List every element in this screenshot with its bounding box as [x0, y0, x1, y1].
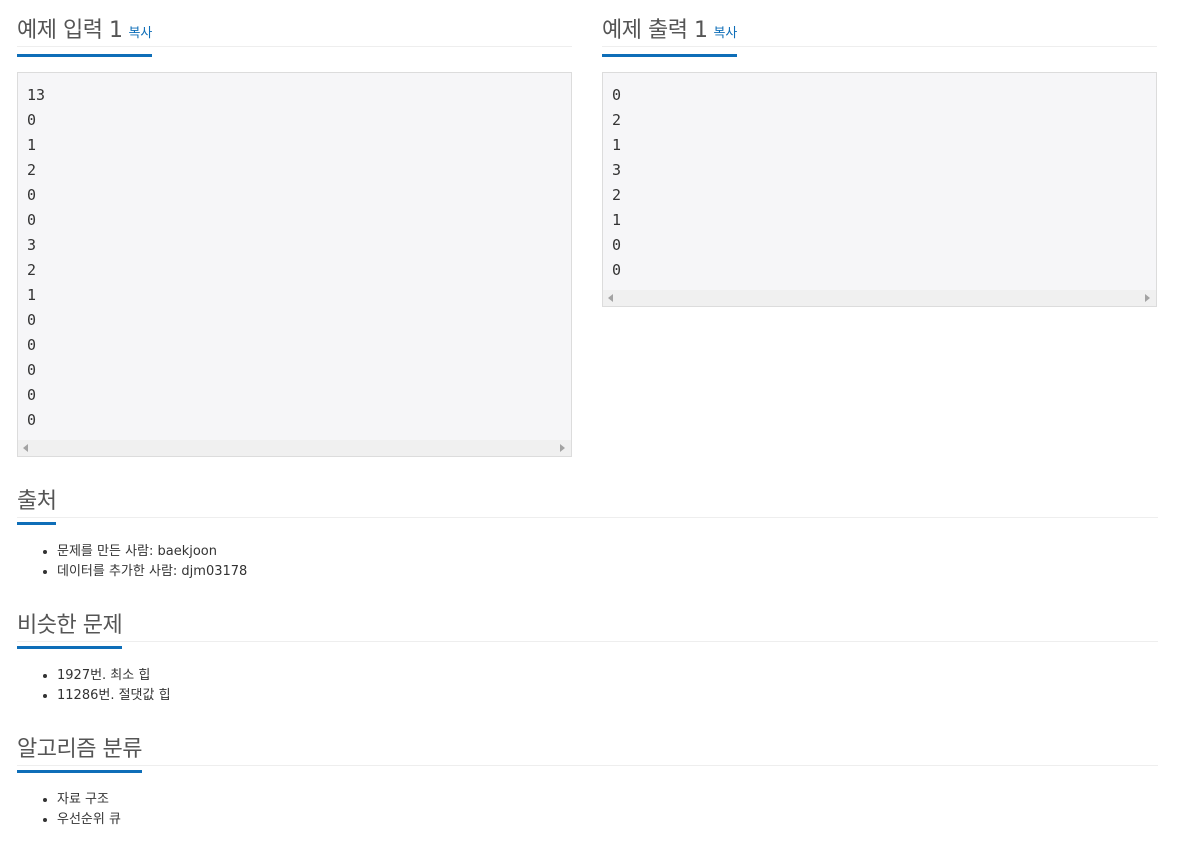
similar-headline: 비슷한 문제: [17, 605, 1158, 649]
source-title: 출처: [17, 488, 57, 525]
sample-output-scrollbar[interactable]: [603, 290, 1156, 306]
similar-section: 비슷한 문제: [17, 605, 1158, 649]
source-list: 문제를 만든 사람: baekjoon 데이터를 추가한 사람: djm0317…: [17, 542, 247, 582]
algorithm-tag-link[interactable]: 자료 구조: [57, 790, 121, 810]
sample-output-headline: 예제 출력 1 복사: [602, 10, 1157, 57]
scroll-right-arrow-icon[interactable]: [1145, 294, 1150, 302]
sample-input-section: 예제 입력 1 복사: [17, 10, 572, 57]
list-item: 데이터를 추가한 사람: djm03178: [57, 562, 247, 582]
similar-title: 비슷한 문제: [17, 612, 123, 649]
algorithm-list: 자료 구조 우선순위 큐: [17, 790, 121, 830]
similar-list: 1927번. 최소 힙 11286번. 절댓값 힙: [17, 666, 171, 706]
algorithm-headline: 알고리즘 분류: [17, 729, 1158, 773]
scroll-left-arrow-icon[interactable]: [23, 444, 28, 452]
sample-output-title-wrap: 예제 출력 1 복사: [602, 17, 738, 57]
algorithm-tag-link[interactable]: 우선순위 큐: [57, 810, 121, 830]
algorithm-title: 알고리즘 분류: [17, 736, 142, 773]
similar-problem-link[interactable]: 11286번. 절댓값 힙: [57, 686, 171, 706]
sample-output-content: 0 2 1 3 2 1 0 0: [612, 86, 622, 279]
source-section: 출처: [17, 481, 1158, 525]
sample-input-title-wrap: 예제 입력 1 복사: [17, 17, 153, 57]
algorithm-section: 알고리즘 분류: [17, 729, 1158, 773]
sample-input-copy-button[interactable]: 복사: [128, 26, 152, 41]
source-headline: 출처: [17, 481, 1158, 525]
scroll-left-arrow-icon[interactable]: [608, 294, 613, 302]
sample-output-title: 예제 출력 1: [602, 18, 708, 43]
sample-input-content: 13 0 1 2 0 0 3 2 1 0 0 0 0 0: [27, 86, 46, 429]
sample-input-headline: 예제 입력 1 복사: [17, 10, 572, 57]
sample-input-title: 예제 입력 1: [17, 18, 123, 43]
sample-output-box[interactable]: 0 2 1 3 2 1 0 0: [602, 72, 1157, 307]
sample-input-box[interactable]: 13 0 1 2 0 0 3 2 1 0 0 0 0 0: [17, 72, 572, 457]
similar-problem-link[interactable]: 1927번. 최소 힙: [57, 666, 171, 686]
sample-output-section: 예제 출력 1 복사: [602, 10, 1157, 57]
sample-output-copy-button[interactable]: 복사: [713, 26, 737, 41]
sample-input-scrollbar[interactable]: [18, 440, 571, 456]
scroll-right-arrow-icon[interactable]: [560, 444, 565, 452]
list-item: 문제를 만든 사람: baekjoon: [57, 542, 247, 562]
